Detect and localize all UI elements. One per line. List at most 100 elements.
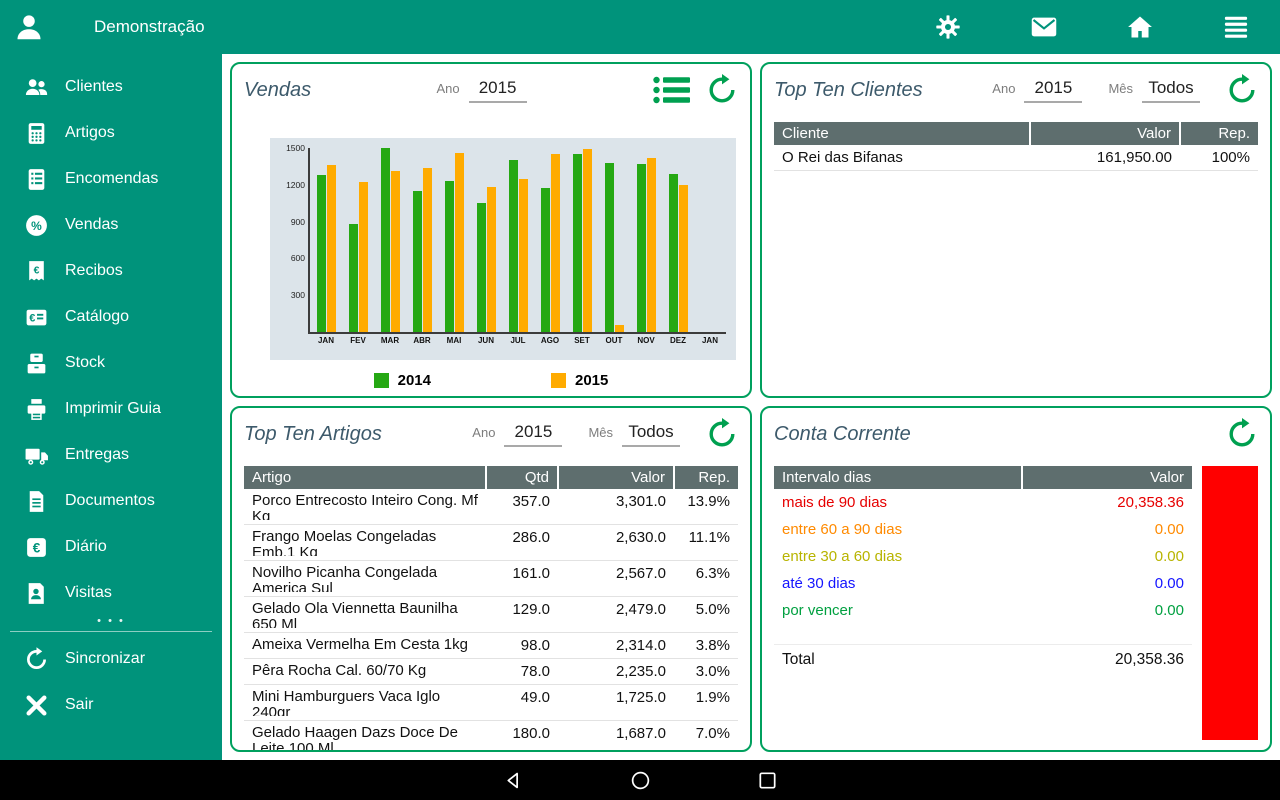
year-spinner[interactable]: 2015 bbox=[1024, 77, 1082, 103]
sidebar-item-entregas[interactable]: Entregas bbox=[0, 432, 222, 478]
table-row[interactable]: Frango Moelas Congeladas Emb.1 Kg286.02,… bbox=[244, 525, 738, 561]
table-row[interactable]: Pêra Rocha Cal. 60/70 Kg78.02,235.03.0% bbox=[244, 659, 738, 685]
bar-group: DEZ bbox=[662, 148, 694, 332]
table-row[interactable]: O Rei das Bifanas161,950.00100% bbox=[774, 145, 1258, 171]
table-row[interactable]: Ameixa Vermelha Em Cesta 1kg98.02,314.03… bbox=[244, 633, 738, 659]
month-spinner[interactable]: Todos bbox=[1142, 77, 1200, 103]
gear-icon bbox=[934, 13, 962, 41]
calculator-icon bbox=[24, 121, 49, 146]
year-spinner[interactable]: 2015 bbox=[504, 421, 562, 447]
ano-label: Ano bbox=[992, 81, 1015, 96]
cell: 129.0 bbox=[486, 597, 558, 633]
cell: Gelado Haagen Dazs Doce De Leite 100 Ml bbox=[244, 721, 486, 753]
sidebar-item-recibos[interactable]: € Recibos bbox=[0, 248, 222, 294]
mail-button[interactable] bbox=[1030, 13, 1058, 41]
table-row[interactable]: Gelado Haagen Dazs Doce De Leite 100 Ml1… bbox=[244, 721, 738, 753]
column-header: Cliente bbox=[774, 122, 1030, 145]
visit-report-icon bbox=[24, 581, 49, 606]
bar-group: JAN bbox=[694, 148, 726, 332]
total-row: Total 20,358.36 bbox=[774, 644, 1192, 669]
android-recents-button[interactable] bbox=[756, 769, 779, 792]
month-spinner[interactable]: Todos bbox=[622, 421, 680, 447]
table-row[interactable]: Mini Hamburguers Vaca Iglo 240gr49.01,72… bbox=[244, 685, 738, 721]
table-row[interactable]: Porco Entrecosto Inteiro Cong. Mf Kg357.… bbox=[244, 489, 738, 525]
cell: 11.1% bbox=[674, 525, 738, 561]
table-row[interactable]: Novilho Picanha Congelada America Sul161… bbox=[244, 561, 738, 597]
sidebar-item-imprimir-guia[interactable]: Imprimir Guia bbox=[0, 386, 222, 432]
vendas-chart: 30060090012001500JANFEVMARABRMAIJUNJULAG… bbox=[270, 138, 736, 360]
sidebar-item-label: Sincronizar bbox=[65, 650, 145, 668]
bar-2014 bbox=[509, 160, 518, 332]
bar-group: JUN bbox=[470, 148, 502, 332]
refresh-button[interactable] bbox=[706, 74, 738, 106]
aging-red-bar bbox=[1202, 466, 1258, 740]
bar-2014 bbox=[669, 174, 678, 332]
year-spinner[interactable]: 2015 bbox=[469, 77, 527, 103]
bar-2015 bbox=[487, 187, 496, 332]
table-row: entre 60 a 90 dias0.00 bbox=[774, 516, 1192, 543]
panel-title: Conta Corrente bbox=[774, 423, 911, 446]
refresh-button[interactable] bbox=[706, 418, 738, 450]
total-label: Total bbox=[782, 651, 815, 669]
sidebar-item-label: Diário bbox=[65, 538, 107, 556]
panel-vendas: Vendas Ano 2015 300600 bbox=[230, 62, 752, 398]
mes-label: Mês bbox=[1108, 81, 1133, 96]
home-button[interactable] bbox=[1126, 13, 1154, 41]
bar-2014 bbox=[381, 148, 390, 332]
column-header: Valor bbox=[1030, 122, 1180, 145]
cell: Mini Hamburguers Vaca Iglo 240gr bbox=[244, 685, 486, 721]
aging-label: mais de 90 dias bbox=[774, 489, 1022, 516]
bar-2015 bbox=[551, 154, 560, 332]
sidebar-item-sair[interactable]: Sair bbox=[0, 682, 222, 728]
list-view-button[interactable] bbox=[652, 75, 706, 105]
settings-button[interactable] bbox=[934, 13, 962, 41]
sidebar-item-label: Recibos bbox=[65, 262, 123, 280]
refresh-icon bbox=[706, 74, 738, 106]
legend-label: 2015 bbox=[575, 372, 608, 389]
aging-label: entre 30 a 60 dias bbox=[774, 543, 1022, 570]
sidebar-item-stock[interactable]: Stock bbox=[0, 340, 222, 386]
sidebar-item-catalogo[interactable]: € Catálogo bbox=[0, 294, 222, 340]
sidebar-divider bbox=[10, 631, 212, 632]
android-back-button[interactable] bbox=[502, 769, 525, 792]
sidebar-item-label: Stock bbox=[65, 354, 105, 372]
cell: 2,567.0 bbox=[558, 561, 674, 597]
top-artigos-body: Porco Entrecosto Inteiro Cong. Mf Kg357.… bbox=[244, 489, 738, 752]
menu-button[interactable] bbox=[1222, 13, 1250, 41]
android-home-button[interactable] bbox=[629, 769, 652, 792]
list-icon bbox=[652, 75, 692, 105]
clients-icon bbox=[24, 75, 49, 100]
panel-conta-corrente: Conta Corrente Intervalo dias Valor bbox=[760, 406, 1272, 752]
sidebar-item-label: Artigos bbox=[65, 124, 115, 142]
sidebar-item-label: Sair bbox=[65, 696, 93, 714]
panel-title: Top Ten Clientes bbox=[774, 79, 923, 102]
x-tick-label: JAN bbox=[688, 336, 732, 345]
sidebar-item-encomendas[interactable]: Encomendas bbox=[0, 156, 222, 202]
cell: 2,235.0 bbox=[558, 659, 674, 685]
sidebar-item-clientes[interactable]: Clientes bbox=[0, 64, 222, 110]
refresh-button[interactable] bbox=[1226, 74, 1258, 106]
refresh-icon bbox=[706, 418, 738, 450]
sidebar-item-diario[interactable]: € Diário bbox=[0, 524, 222, 570]
refresh-button[interactable] bbox=[1226, 418, 1258, 450]
sidebar-item-visitas[interactable]: Visitas bbox=[0, 570, 222, 616]
sidebar-item-documentos[interactable]: Documentos bbox=[0, 478, 222, 524]
ano-label: Ano bbox=[436, 81, 459, 96]
percent-badge-icon: % bbox=[24, 213, 49, 238]
aging-label: até 30 dias bbox=[774, 570, 1022, 597]
table-row[interactable]: Gelado Ola Viennetta Baunilha 650 Ml129.… bbox=[244, 597, 738, 633]
sidebar-item-label: Visitas bbox=[65, 584, 112, 602]
bar-2014 bbox=[605, 163, 614, 332]
sidebar-item-artigos[interactable]: Artigos bbox=[0, 110, 222, 156]
sidebar-item-vendas[interactable]: % Vendas bbox=[0, 202, 222, 248]
cell: 2,630.0 bbox=[558, 525, 674, 561]
user-icon[interactable] bbox=[14, 12, 44, 42]
sidebar-item-sincronizar[interactable]: Sincronizar bbox=[0, 636, 222, 682]
cell: 161,950.00 bbox=[1030, 145, 1180, 171]
sidebar-item-label: Encomendas bbox=[65, 170, 158, 188]
ano-label: Ano bbox=[472, 425, 495, 440]
menu-icon bbox=[1222, 13, 1250, 41]
cell: 3.8% bbox=[674, 633, 738, 659]
legend-2014: 2014 bbox=[374, 372, 431, 389]
aging-value: 0.00 bbox=[1022, 570, 1192, 597]
